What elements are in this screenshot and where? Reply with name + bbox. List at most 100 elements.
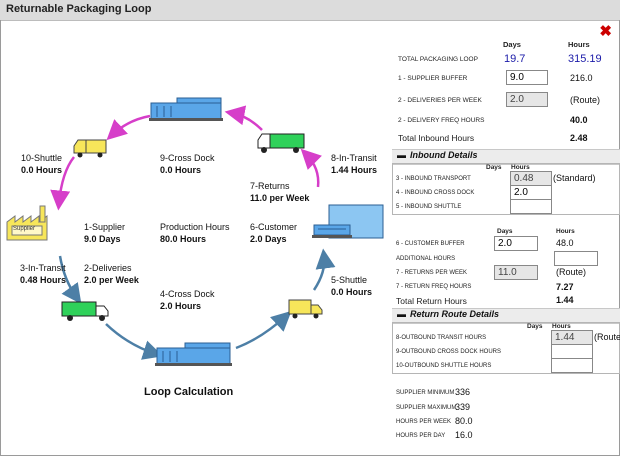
- supplier-buffer-hours: 216.0: [570, 73, 593, 83]
- header-hours: Hours: [568, 40, 590, 49]
- node-7-returns: 7-Returns 11.0 per Week: [250, 180, 309, 204]
- node-label: 9-Cross Dock: [160, 153, 215, 163]
- outbound-cross-dock-label: 9-OUTBOUND CROSS DOCK HOURS: [396, 349, 502, 355]
- inbound-cross-dock-input[interactable]: [510, 185, 552, 200]
- deliveries-per-week-input: [506, 92, 548, 107]
- supplier-max-value: 339: [455, 402, 471, 412]
- inbound-details-title: Inbound Details: [410, 150, 478, 160]
- node-label: 5-Shuttle: [331, 275, 368, 285]
- return-route-title: Return Route Details: [410, 309, 500, 319]
- close-icon[interactable]: ✖: [599, 22, 612, 40]
- supplier-buffer-label: 1 - SUPPLIER BUFFER: [398, 75, 468, 82]
- node-value: 0.0 Hours: [160, 165, 202, 175]
- node-value: 2.0 Days: [250, 234, 287, 244]
- customer-header-days: Days: [497, 228, 513, 235]
- outbound-transit-label: 8-OUTBOUND TRANSIT HOURS: [396, 335, 487, 341]
- inbound-shuttle-label: 5 - INBOUND SHUTTLE: [396, 204, 462, 210]
- node-label: 3-In-Transit: [20, 263, 66, 273]
- returns-per-week-input: [494, 265, 538, 280]
- supplier-min-label: SUPPLIER MINIMUM: [396, 390, 455, 396]
- supplier-factory-icon: [6, 205, 48, 241]
- node-8-in-transit: 8-In-Transit 1.44 Hours: [331, 152, 377, 176]
- return-header-days: Days: [527, 323, 543, 330]
- hours-per-week-label: HOURS PER WEEK: [396, 419, 452, 425]
- return-arrow-crossdock-to-shuttle: [106, 114, 151, 141]
- collapse-icon[interactable]: ▬: [397, 150, 406, 160]
- production-hours: Production Hours 80.0 Hours: [160, 221, 230, 245]
- node-label: 1-Supplier: [84, 222, 126, 232]
- inbound-shuttle-input[interactable]: [510, 199, 552, 214]
- crossdock-building-bottom-icon: [155, 342, 232, 366]
- supplier-max-label: SUPPLIER MAXIMUM: [396, 405, 457, 411]
- collapse-icon[interactable]: ▬: [397, 309, 406, 319]
- customer-buffer-days-input[interactable]: [494, 236, 538, 251]
- node-2-deliveries: 2-Deliveries 2.0 per Week: [84, 262, 139, 286]
- outbound-transit-note: (Route: [594, 332, 620, 342]
- window-title: Returnable Packaging Loop: [6, 3, 152, 15]
- green-truck-transit-inbound-icon: [61, 301, 109, 321]
- return-freq-hours: 7.27: [556, 282, 574, 292]
- deliveries-per-week-label: 2 - DELIVERIES PER WEEK: [398, 97, 482, 104]
- customer-buffer-label: 6 - CUSTOMER BUFFER: [396, 241, 465, 247]
- green-truck-transit-return-icon: [257, 133, 305, 153]
- node-value: 1.44 Hours: [331, 165, 378, 175]
- hours-per-week-value: 80.0: [455, 416, 473, 426]
- node-label: 8-In-Transit: [331, 153, 377, 163]
- total-return-label: Total Return Hours: [396, 296, 467, 306]
- delivery-arrow-crossdock-to-shuttle: [235, 310, 292, 350]
- production-value: 80.0 Hours: [160, 234, 207, 244]
- header-days: Days: [503, 40, 521, 49]
- supplier-box-label: Supplier: [13, 226, 36, 232]
- production-label: Production Hours: [160, 222, 230, 232]
- node-value: 0.0 Hours: [21, 165, 63, 175]
- supplier-min-value: 336: [455, 387, 471, 397]
- node-10-shuttle: 10-Shuttle 0.0 Hours: [21, 152, 62, 176]
- return-arrow-transit-to-crossdock: [224, 105, 263, 131]
- inbound-header-days: Days: [486, 164, 502, 171]
- delivery-freq-label: 2 - DELIVERY FREQ HOURS: [398, 117, 485, 124]
- total-inbound-label: Total Inbound Hours: [398, 133, 475, 143]
- node-5-shuttle: 5-Shuttle 0.0 Hours: [331, 274, 372, 298]
- node-value: 9.0 Days: [84, 234, 121, 244]
- customer-building-icon: [312, 204, 384, 239]
- yellow-truck-shuttle-outbound-icon: [288, 299, 323, 319]
- title-bar: Returnable Packaging Loop: [0, 0, 620, 21]
- delivery-freq-hours: 40.0: [570, 115, 588, 125]
- hours-per-day-label: HOURS PER DAY: [396, 433, 446, 439]
- deliveries-route-note: (Route): [570, 95, 601, 105]
- node-6-customer: 6-Customer 2.0 Days: [250, 221, 297, 245]
- supplier-buffer-days-input[interactable]: [506, 70, 548, 85]
- node-value: 11.0 per Week: [250, 193, 310, 203]
- outbound-cross-dock-input[interactable]: [551, 344, 593, 359]
- total-loop-hours: 315.19: [568, 53, 602, 65]
- additional-hours-input[interactable]: [554, 251, 598, 266]
- total-return-hours: 1.44: [556, 295, 574, 305]
- delivery-arrow-transit-to-crossdock: [105, 323, 164, 360]
- returns-per-week-label: 7 - RETURNS PER WEEK: [396, 270, 468, 276]
- loop-calculation-title: Loop Calculation: [144, 386, 234, 398]
- yellow-truck-shuttle-return-icon: [73, 139, 107, 158]
- customer-buffer-hours: 48.0: [556, 238, 574, 248]
- node-label: 7-Returns: [250, 181, 290, 191]
- node-value: 0.0 Hours: [331, 287, 373, 297]
- inbound-transport-input: [510, 171, 552, 186]
- node-value: 0.48 Hours: [20, 275, 67, 285]
- return-freq-label: 7 - RETURN FREQ HOURS: [396, 284, 472, 290]
- node-label: 2-Deliveries: [84, 263, 132, 273]
- inbound-transport-label: 3 - INBOUND TRANSPORT: [396, 176, 471, 182]
- inbound-header-hours: Hours: [511, 164, 530, 171]
- outbound-shuttle-input[interactable]: [551, 358, 593, 373]
- return-header-hours: Hours: [552, 323, 571, 330]
- node-9-cross-dock: 9-Cross Dock 0.0 Hours: [160, 152, 215, 176]
- total-inbound-hours: 2.48: [570, 133, 588, 143]
- node-value: 2.0 Hours: [160, 301, 202, 311]
- node-label: 10-Shuttle: [21, 153, 63, 163]
- crossdock-building-top-icon: [149, 97, 223, 121]
- node-value: 2.0 per Week: [84, 275, 139, 285]
- delivery-arrow-shuttle-to-customer: [312, 248, 336, 291]
- total-loop-label: TOTAL PACKAGING LOOP: [398, 56, 478, 63]
- inbound-cross-dock-label: 4 - INBOUND CROSS DOCK: [396, 190, 475, 196]
- hours-per-day-value: 16.0: [455, 430, 473, 440]
- returns-route-note: (Route): [556, 267, 587, 277]
- outbound-transit-input: [551, 330, 593, 345]
